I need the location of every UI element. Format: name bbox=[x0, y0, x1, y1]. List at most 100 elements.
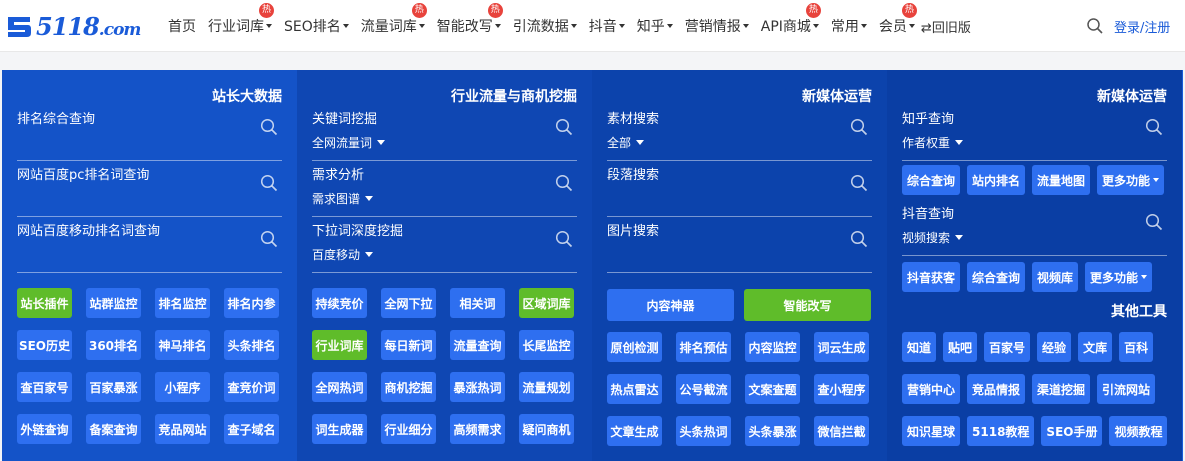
tool-button[interactable]: 备案查询 bbox=[86, 414, 141, 444]
search-icon[interactable] bbox=[555, 174, 573, 192]
search-field[interactable]: 关键词挖掘 全网流量词 bbox=[312, 106, 577, 161]
tool-button[interactable]: 5118教程 bbox=[967, 416, 1035, 446]
tool-button[interactable]: 持续竞价 bbox=[312, 288, 367, 318]
tool-button[interactable]: 行业词库 bbox=[312, 330, 367, 360]
search-icon[interactable] bbox=[555, 230, 573, 248]
tool-button[interactable]: 视频库 bbox=[1032, 262, 1079, 292]
tool-button[interactable]: 高频需求 bbox=[450, 414, 505, 444]
tool-button[interactable]: 热点雷达 bbox=[607, 374, 662, 404]
nav-item[interactable]: 知乎 bbox=[637, 16, 673, 36]
search-field[interactable]: 网站百度移动排名词查询 bbox=[17, 218, 282, 273]
tool-button[interactable]: 综合查询 bbox=[902, 165, 961, 195]
tool-button[interactable]: 排名内参 bbox=[224, 288, 279, 318]
tool-button[interactable]: 全网热词 bbox=[312, 372, 367, 402]
search-field[interactable]: 排名综合查询 bbox=[17, 106, 282, 161]
search-icon[interactable] bbox=[260, 118, 278, 136]
field-dropdown[interactable]: 作者权重 bbox=[902, 134, 964, 151]
tool-button[interactable]: 知识星球 bbox=[902, 416, 961, 446]
search-field[interactable]: 抖音查询 视频搜索 bbox=[902, 201, 1167, 256]
search-icon[interactable] bbox=[555, 118, 573, 136]
tool-button[interactable]: SEO手册 bbox=[1041, 416, 1103, 446]
tool-button[interactable]: 疑问商机 bbox=[519, 414, 574, 444]
tool-button[interactable]: 排名监控 bbox=[155, 288, 210, 318]
tool-button[interactable]: 小程序 bbox=[155, 372, 210, 402]
tool-button[interactable]: 全网下拉 bbox=[381, 288, 436, 318]
nav-item[interactable]: 智能改写热 bbox=[437, 3, 503, 36]
nav-item[interactable]: 抖音 bbox=[589, 16, 625, 36]
search-field[interactable]: 需求分析 需求图谱 bbox=[312, 162, 577, 217]
tool-button[interactable]: 营销中心 bbox=[902, 374, 961, 404]
tool-button[interactable]: 引流网站 bbox=[1097, 374, 1156, 404]
tool-button[interactable]: 站群监控 bbox=[86, 288, 141, 318]
search-icon[interactable] bbox=[1145, 213, 1163, 231]
tool-button[interactable]: 竞品情报 bbox=[967, 374, 1026, 404]
tool-button[interactable]: 头条排名 bbox=[224, 330, 279, 360]
search-icon[interactable] bbox=[1145, 118, 1163, 136]
tool-button[interactable]: 区域词库 bbox=[519, 288, 574, 318]
tool-button[interactable]: 百家号 bbox=[984, 332, 1031, 362]
tool-button[interactable]: 行业细分 bbox=[381, 414, 436, 444]
nav-item[interactable]: 常用 bbox=[831, 16, 867, 36]
tool-button[interactable]: 文库 bbox=[1078, 332, 1113, 362]
tool-button[interactable]: 查子域名 bbox=[224, 414, 279, 444]
tool-button[interactable]: 公号截流 bbox=[676, 374, 731, 404]
search-field[interactable]: 下拉词深度挖掘 百度移动 bbox=[312, 218, 577, 273]
tool-button[interactable]: 竞品网站 bbox=[155, 414, 210, 444]
search-icon[interactable] bbox=[850, 230, 868, 248]
tool-button[interactable]: 综合查询 bbox=[967, 262, 1026, 292]
search-icon[interactable] bbox=[850, 118, 868, 136]
tool-button[interactable]: 长尾监控 bbox=[519, 330, 574, 360]
tool-button[interactable]: 排名预估 bbox=[676, 332, 731, 362]
tool-button[interactable]: 内容神器 bbox=[607, 289, 734, 321]
tool-button[interactable]: 查竞价词 bbox=[224, 372, 279, 402]
field-dropdown[interactable]: 全网流量词 bbox=[312, 134, 386, 151]
search-field[interactable]: 段落搜索 bbox=[607, 162, 872, 217]
tool-button[interactable]: 智能改写 bbox=[744, 289, 871, 321]
search-field[interactable]: 知乎查询 作者权重 bbox=[902, 106, 1167, 161]
tool-button[interactable]: 微信拦截 bbox=[814, 416, 869, 446]
nav-item[interactable]: API商城热 bbox=[761, 3, 821, 36]
tool-button[interactable]: 流量查询 bbox=[450, 330, 505, 360]
tool-button[interactable]: 360排名 bbox=[86, 330, 141, 360]
tool-button[interactable]: 头条暴涨 bbox=[745, 416, 800, 446]
tool-button[interactable]: 流量地图 bbox=[1032, 165, 1091, 195]
tool-button[interactable]: 每日新词 bbox=[381, 330, 436, 360]
tool-button[interactable]: 视频教程 bbox=[1109, 416, 1168, 446]
nav-item[interactable]: 会员热 bbox=[879, 3, 917, 36]
search-field[interactable]: 网站百度pc排名词查询 bbox=[17, 162, 282, 217]
field-dropdown[interactable]: 全部 bbox=[607, 134, 645, 151]
tool-button[interactable]: 外链查询 bbox=[17, 414, 72, 444]
search-icon[interactable] bbox=[260, 174, 278, 192]
nav-item[interactable]: 引流数据 bbox=[513, 16, 577, 36]
tool-button[interactable]: 百科 bbox=[1119, 332, 1154, 362]
tool-button[interactable]: 神马排名 bbox=[155, 330, 210, 360]
tool-button[interactable]: 查小程序 bbox=[814, 374, 869, 404]
tool-button[interactable]: 更多功能 bbox=[1085, 262, 1153, 292]
tool-button[interactable]: 内容监控 bbox=[745, 332, 800, 362]
field-dropdown[interactable]: 百度移动 bbox=[312, 246, 374, 263]
tool-button[interactable]: 头条热词 bbox=[676, 416, 731, 446]
search-field[interactable]: 图片搜索 bbox=[607, 218, 872, 273]
search-icon[interactable] bbox=[850, 174, 868, 192]
nav-item[interactable]: 营销情报 bbox=[685, 16, 749, 36]
tool-button[interactable]: 贴吧 bbox=[943, 332, 978, 362]
tool-button[interactable]: 相关词 bbox=[450, 288, 505, 318]
tool-button[interactable]: 流量规划 bbox=[519, 372, 574, 402]
field-dropdown[interactable]: 视频搜索 bbox=[902, 229, 964, 246]
old-version-link[interactable]: ⇄回旧版 bbox=[921, 17, 971, 36]
search-icon[interactable] bbox=[1086, 17, 1104, 35]
tool-button[interactable]: 词生成器 bbox=[312, 414, 367, 444]
nav-item[interactable]: 首页 bbox=[168, 16, 196, 36]
tool-button[interactable]: 文案查题 bbox=[745, 374, 800, 404]
tool-button[interactable]: 原创检测 bbox=[607, 332, 662, 362]
tool-button[interactable]: 文章生成 bbox=[607, 416, 662, 446]
tool-button[interactable]: 商机挖掘 bbox=[381, 372, 436, 402]
search-field[interactable]: 素材搜索 全部 bbox=[607, 106, 872, 161]
nav-item[interactable]: 流量词库热 bbox=[361, 3, 427, 36]
tool-button[interactable]: SEO历史 bbox=[17, 330, 72, 360]
logo[interactable]: 5118.com bbox=[4, 11, 141, 41]
tool-button[interactable]: 抖音获客 bbox=[902, 262, 961, 292]
nav-item[interactable]: 行业词库热 bbox=[208, 3, 274, 36]
tool-button[interactable]: 查百家号 bbox=[17, 372, 72, 402]
tool-button[interactable]: 站长插件 bbox=[17, 288, 72, 318]
